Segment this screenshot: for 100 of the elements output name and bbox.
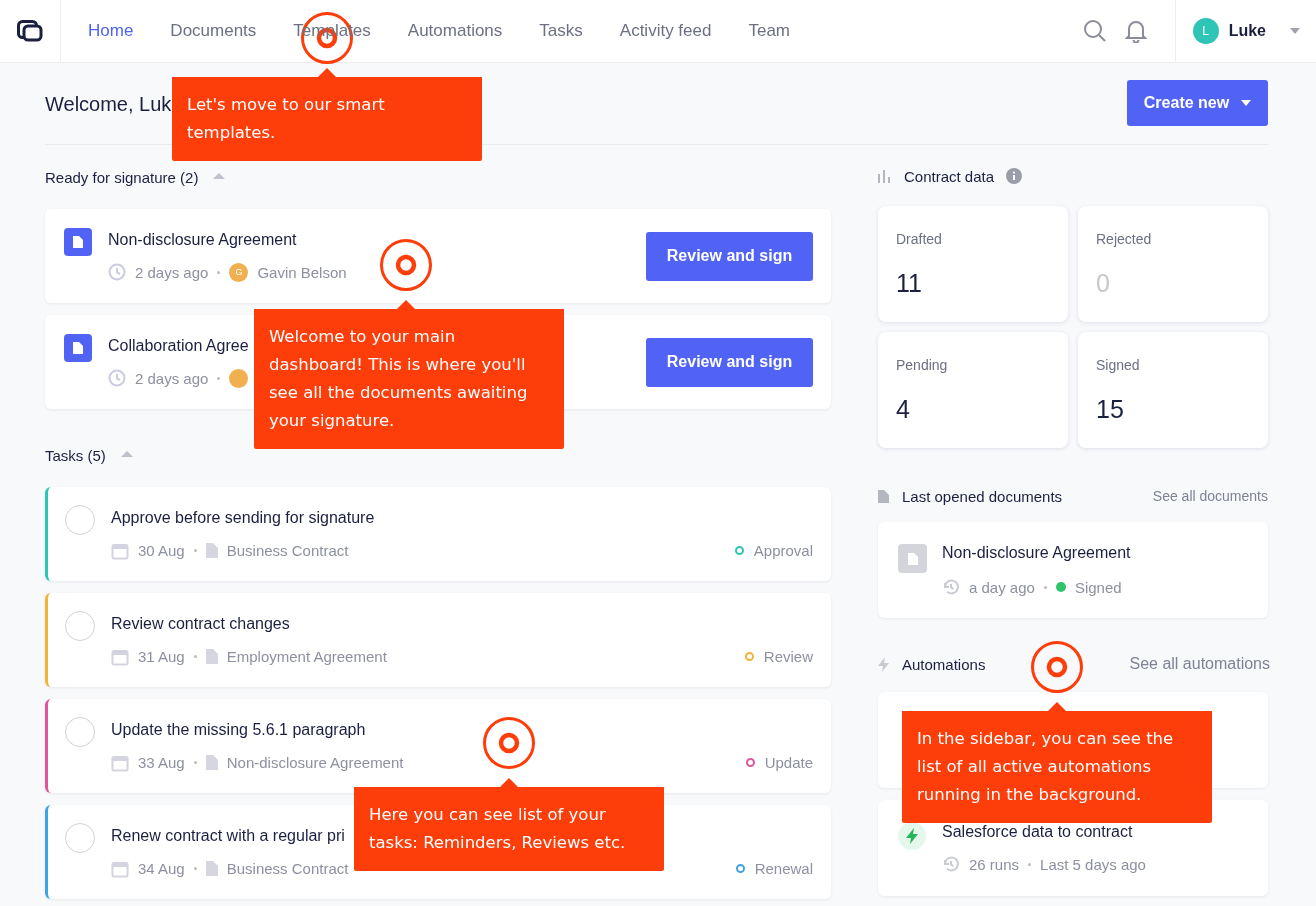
caret-down-icon xyxy=(1241,100,1252,106)
see-all-link[interactable]: See all documents xyxy=(1152,488,1268,504)
file-icon xyxy=(205,543,218,558)
person-name: Gavin Belson xyxy=(257,263,347,281)
task-title: Approve before sending for signature xyxy=(111,508,375,527)
status-label: Signed xyxy=(1074,578,1122,596)
document-icon xyxy=(64,228,92,256)
nav-tab[interactable]: Team xyxy=(748,21,791,41)
nav-tab[interactable]: Tasks xyxy=(539,21,583,41)
review-sign-button[interactable]: Review and sign xyxy=(646,231,813,281)
lightning-icon xyxy=(898,822,926,850)
time-label: 2 days ago xyxy=(135,369,209,387)
file-icon xyxy=(205,649,218,664)
nav-tab[interactable]: Automations xyxy=(407,21,503,41)
lightning-icon xyxy=(878,656,889,672)
create-new-button[interactable]: Create new xyxy=(1127,80,1268,126)
document-title: Non-disclosure Agreement xyxy=(942,544,1131,562)
separator-dot xyxy=(193,549,197,552)
tooltip: Let's move to our smart templates. xyxy=(172,68,482,161)
nav-tab[interactable]: Activity feed xyxy=(619,21,712,41)
automation-title: Salesforce data to contract xyxy=(942,823,1133,841)
task-tag: Renewal xyxy=(754,860,813,877)
due-date: 33 Aug xyxy=(138,754,185,771)
bell-icon[interactable] xyxy=(1124,19,1147,43)
bar-chart-icon xyxy=(878,169,891,183)
hotspot-icon[interactable] xyxy=(379,238,433,292)
time-label: 2 days ago xyxy=(135,263,209,281)
caret-up-icon[interactable] xyxy=(119,450,134,458)
calendar-icon xyxy=(111,753,129,772)
task-checkbox[interactable] xyxy=(65,505,95,535)
run-count: 26 runs xyxy=(969,855,1020,873)
calendar-icon xyxy=(111,859,129,878)
task-checkbox[interactable] xyxy=(65,823,95,853)
nav-tab[interactable]: Home xyxy=(88,21,134,41)
separator-dot xyxy=(193,655,197,658)
clock-icon xyxy=(108,263,126,281)
calendar-icon xyxy=(111,541,129,560)
separator-dot xyxy=(1043,585,1047,589)
person-avatar: G xyxy=(229,262,249,282)
tooltip: Here you can see list of your tasks: Reminders, Reviews etc. xyxy=(354,778,664,871)
welcome-heading: Welcome, Luk xyxy=(45,92,172,116)
separator-dot xyxy=(193,761,197,764)
file-icon xyxy=(205,861,218,876)
history-icon xyxy=(942,578,960,596)
task-checkbox[interactable] xyxy=(65,717,95,747)
section-title: Last opened documents xyxy=(902,487,1064,505)
document-icon xyxy=(64,334,92,362)
due-date: 30 Aug xyxy=(138,542,185,559)
file-icon xyxy=(205,755,218,770)
separator-dot xyxy=(217,376,221,380)
separator-dot xyxy=(1028,862,1032,866)
stat-label: Rejected xyxy=(1096,230,1153,247)
nav-tab[interactable]: Documents xyxy=(170,21,257,41)
stat-value: 15 xyxy=(1096,394,1125,424)
stat-label: Signed xyxy=(1096,356,1141,373)
section-title: Ready for signature (2) xyxy=(45,168,199,186)
hotspot-icon[interactable] xyxy=(1030,640,1084,694)
stat-value: 0 xyxy=(1096,268,1111,298)
info-icon[interactable] xyxy=(1006,168,1023,184)
section-title: Tasks (5) xyxy=(45,446,106,464)
separator-dot xyxy=(193,867,197,870)
see-all-link[interactable]: See all automations xyxy=(1129,655,1270,673)
section-title: Automations xyxy=(902,655,987,673)
due-date: 31 Aug xyxy=(138,648,185,665)
review-sign-button[interactable]: Review and sign xyxy=(646,337,813,387)
logo-icon[interactable] xyxy=(17,20,43,42)
stat-label: Drafted xyxy=(896,230,943,247)
task-title: Review contract changes xyxy=(111,614,290,633)
document-icon xyxy=(898,544,927,573)
tooltip: Welcome to your main dashboard! This is where you'll see all the documents awaiting your signature. xyxy=(254,300,564,449)
document-name: Business Contract xyxy=(226,860,349,877)
due-date: 34 Aug xyxy=(138,860,185,877)
user-name[interactable]: Luke xyxy=(1228,22,1266,40)
tooltip: In the sidebar, you can see the list of all active automations running in the background. xyxy=(902,702,1212,823)
time-label: a day ago xyxy=(969,578,1035,596)
stat-label: Pending xyxy=(896,356,949,373)
document-title: Collaboration Agree xyxy=(108,336,249,355)
task-title: Update the missing 5.6.1 paragraph xyxy=(111,720,366,739)
calendar-icon xyxy=(111,647,129,666)
stat-value: 11 xyxy=(896,268,923,298)
caret-down-icon[interactable] xyxy=(1290,28,1300,34)
document-title: Non-disclosure Agreement xyxy=(108,230,297,249)
section-title: Contract data xyxy=(904,167,995,185)
task-title: Renew contract with a regular pri xyxy=(111,826,345,845)
history-icon xyxy=(942,855,960,873)
caret-up-icon[interactable] xyxy=(212,172,227,180)
document-card[interactable]: Non-disclosure Agreement a day ago Signed xyxy=(878,522,1268,618)
hotspot-icon[interactable] xyxy=(482,716,536,770)
document-name: Business Contract xyxy=(226,542,349,559)
search-icon[interactable] xyxy=(1082,19,1107,43)
task-checkbox[interactable] xyxy=(65,611,95,641)
task-tag: Review xyxy=(763,648,813,665)
task-tag: Approval xyxy=(753,542,813,559)
document-name: Non-disclosure Agreement xyxy=(226,754,404,771)
last-run: Last 5 days ago xyxy=(1040,855,1146,873)
file-icon xyxy=(878,489,889,503)
person-avatar xyxy=(229,368,249,388)
clock-icon xyxy=(108,369,126,387)
stat-value: 4 xyxy=(896,394,911,424)
automation-card[interactable] xyxy=(878,692,1268,788)
